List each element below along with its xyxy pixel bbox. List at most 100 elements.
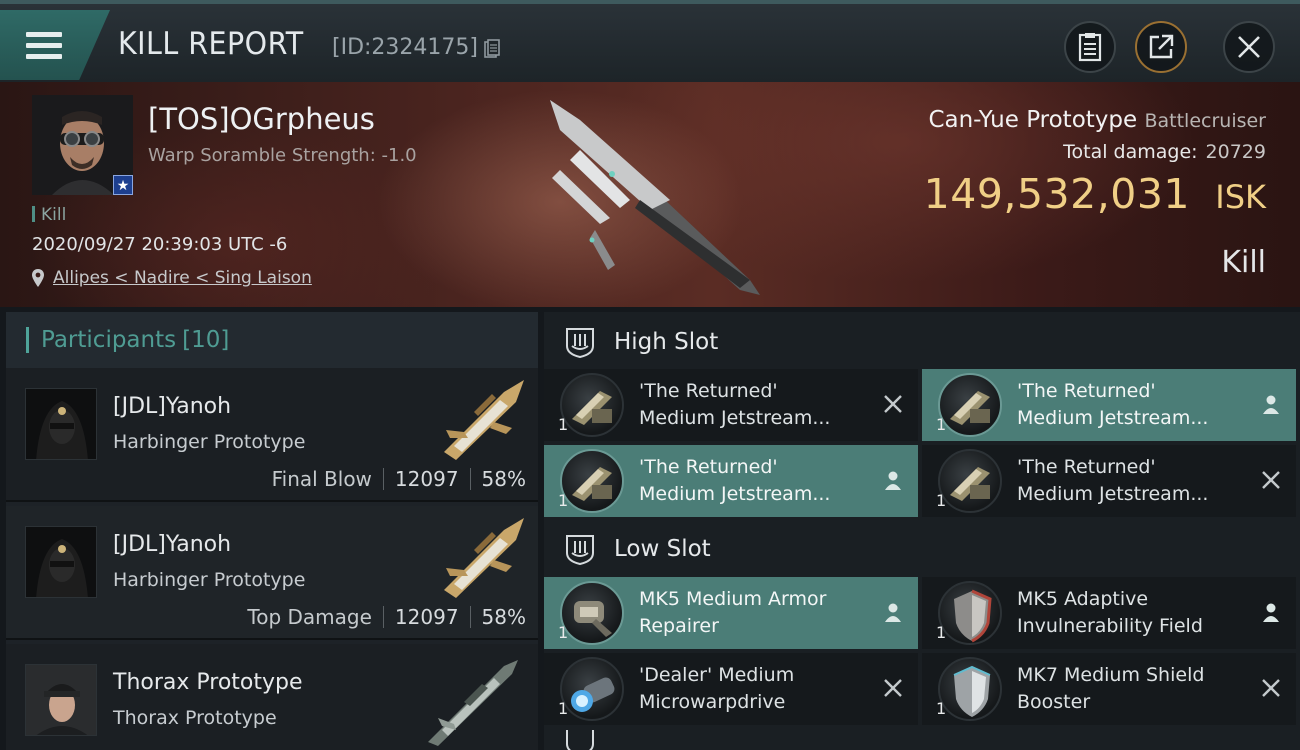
armor-repairer-icon bbox=[560, 581, 624, 645]
participant-damage: 12097 bbox=[394, 467, 459, 491]
module-cell[interactable]: 1 'The Returned' Medium Jetstream... bbox=[544, 445, 918, 517]
menu-button[interactable] bbox=[0, 10, 110, 80]
hamburger-menu-icon bbox=[26, 32, 62, 60]
module-name: MK7 Medium Shield Booster bbox=[1017, 664, 1205, 713]
close-icon bbox=[1238, 36, 1260, 58]
copy-icon[interactable] bbox=[484, 39, 500, 59]
module-cell[interactable]: 1 MK5 Medium Armor Repairer bbox=[544, 577, 918, 649]
participant-avatar bbox=[25, 526, 97, 598]
isk-label: ISK bbox=[1215, 178, 1266, 216]
module-name: 'The Returned' Medium Jetstream... bbox=[639, 456, 831, 505]
share-external-icon bbox=[1149, 34, 1174, 59]
participant-ship-image bbox=[428, 660, 518, 746]
high-slot-icon bbox=[566, 328, 594, 358]
dropped-icon bbox=[885, 471, 901, 490]
victim-ship-class: Battlecruiser bbox=[1144, 110, 1266, 132]
participant-percent: 58% bbox=[481, 467, 526, 491]
location-link[interactable]: Allipes < Nadire < Sing Laison bbox=[53, 268, 312, 288]
module-name: MK5 Adaptive Invulnerability Field bbox=[1017, 588, 1203, 637]
destroyed-icon bbox=[884, 395, 902, 413]
fitting-panel: High Slot 1 'The Returned' Medium Jetstre… bbox=[544, 312, 1300, 750]
module-cell[interactable]: 1 'The Returned' Medium Jetstream... bbox=[544, 369, 918, 441]
jetstream-module-icon bbox=[560, 449, 624, 513]
dropped-icon bbox=[885, 603, 901, 622]
destroyed-icon bbox=[884, 679, 902, 697]
module-quantity: 1 bbox=[558, 415, 569, 434]
total-damage-value: 20729 bbox=[1205, 141, 1266, 163]
participants-panel: Participants [10] [JDL]Yanoh Harbinger P… bbox=[6, 312, 538, 750]
module-name: 'The Returned' Medium Jetstream... bbox=[1017, 456, 1209, 505]
high-slot-title: High Slot bbox=[614, 329, 719, 355]
final-blow-label: Final Blow bbox=[271, 467, 372, 491]
participant-ship: Harbinger Prototype bbox=[113, 569, 306, 591]
close-button[interactable] bbox=[1223, 21, 1275, 73]
victim-banner: ★ [TOS]OGrpheus Warp Soramble Strength: … bbox=[0, 82, 1300, 307]
module-quantity: 1 bbox=[936, 699, 947, 718]
module-quantity: 1 bbox=[558, 699, 569, 718]
module-cell[interactable]: 1 MK7 Medium Shield Booster bbox=[922, 653, 1296, 725]
isk-value: 149,532,031 bbox=[923, 170, 1190, 218]
participant-ship-image bbox=[444, 518, 524, 598]
participant-ship-image bbox=[444, 380, 524, 460]
low-slot-header: Low Slot bbox=[544, 519, 1300, 579]
participants-header: Participants [10] bbox=[6, 312, 538, 368]
module-name: 'Dealer' Medium Microwarpdrive bbox=[639, 664, 795, 713]
participant-name: [JDL]Yanoh bbox=[113, 532, 232, 557]
invulnerability-field-icon bbox=[938, 581, 1002, 645]
location-pin-icon bbox=[32, 269, 44, 287]
module-cell[interactable]: 1 'Dealer' Medium Microwarpdrive bbox=[544, 653, 918, 725]
low-slot-icon bbox=[566, 535, 594, 565]
total-damage: Total damage: 20729 bbox=[1063, 141, 1266, 163]
shield-booster-icon bbox=[938, 657, 1002, 721]
module-quantity: 1 bbox=[558, 623, 569, 642]
module-quantity: 1 bbox=[936, 623, 947, 642]
module-quantity: 1 bbox=[936, 491, 947, 510]
participant-stats: Top Damage 12097 58% bbox=[247, 605, 526, 629]
low-slot-title: Low Slot bbox=[614, 536, 711, 562]
header-bar: KILL REPORT [ID:2324175] bbox=[0, 0, 1300, 82]
report-id: [ID:2324175] bbox=[332, 35, 478, 60]
kill-tag: Kill bbox=[32, 205, 66, 225]
clipboard-icon bbox=[1078, 33, 1102, 62]
jetstream-module-icon bbox=[560, 373, 624, 437]
participant-row[interactable]: Thorax Prototype Thorax Prototype bbox=[6, 644, 538, 750]
high-slot-header: High Slot bbox=[544, 312, 1300, 372]
mid-slot-icon bbox=[566, 730, 594, 750]
participant-avatar bbox=[25, 388, 97, 460]
destroyed-icon bbox=[1262, 679, 1280, 697]
participant-ship: Thorax Prototype bbox=[113, 707, 277, 729]
top-damage-label: Top Damage bbox=[247, 605, 372, 629]
victim-ship-name[interactable]: Can-Yue Prototype Battlecruiser bbox=[928, 107, 1266, 133]
participant-name: Thorax Prototype bbox=[113, 670, 303, 695]
mid-slot-header bbox=[544, 730, 1300, 750]
participant-stats: Final Blow 12097 58% bbox=[272, 467, 526, 491]
jetstream-module-icon bbox=[938, 449, 1002, 513]
participant-row[interactable]: [JDL]Yanoh Harbinger Prototype Final Blo… bbox=[6, 368, 538, 502]
participant-percent: 58% bbox=[481, 605, 526, 629]
victim-name[interactable]: [TOS]OGrpheus bbox=[148, 102, 375, 136]
participant-damage: 12097 bbox=[394, 605, 459, 629]
kill-datetime: 2020/09/27 20:39:03 UTC -6 bbox=[32, 234, 288, 255]
participant-row[interactable]: [JDL]Yanoh Harbinger Prototype Top Damag… bbox=[6, 506, 538, 640]
participant-avatar bbox=[25, 664, 97, 736]
module-cell[interactable]: 1 'The Returned' Medium Jetstream... bbox=[922, 369, 1296, 441]
participant-name: [JDL]Yanoh bbox=[113, 394, 232, 419]
module-name: 'The Returned' Medium Jetstream... bbox=[639, 380, 831, 429]
module-quantity: 1 bbox=[558, 491, 569, 510]
module-quantity: 1 bbox=[936, 415, 947, 434]
participants-count: [10] bbox=[182, 327, 230, 353]
module-cell[interactable]: 1 MK5 Adaptive Invulnerability Field bbox=[922, 577, 1296, 649]
participant-ship: Harbinger Prototype bbox=[113, 431, 306, 453]
destroyed-icon bbox=[1262, 471, 1280, 489]
microwarpdrive-icon bbox=[560, 657, 624, 721]
share-button[interactable] bbox=[1135, 21, 1187, 73]
victim-ship-image bbox=[550, 100, 760, 295]
module-cell[interactable]: 1 'The Returned' Medium Jetstream... bbox=[922, 445, 1296, 517]
result-label: Kill bbox=[1221, 245, 1266, 280]
module-name: MK5 Medium Armor Repairer bbox=[639, 588, 827, 637]
jetstream-module-icon bbox=[938, 373, 1002, 437]
clipboard-button[interactable] bbox=[1064, 21, 1116, 73]
alliance-star-icon: ★ bbox=[113, 175, 133, 195]
page-title: KILL REPORT bbox=[118, 26, 304, 62]
dropped-icon bbox=[1263, 395, 1279, 414]
